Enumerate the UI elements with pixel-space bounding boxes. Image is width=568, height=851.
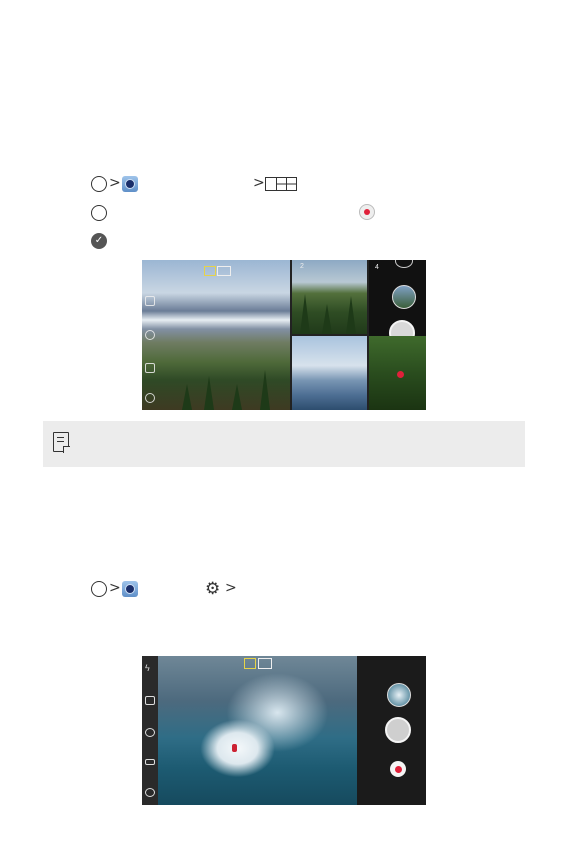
settings-icon: [145, 393, 155, 403]
chevron-right-icon: >: [109, 580, 121, 596]
camera-switch-icon: [145, 296, 155, 306]
note-icon: [53, 432, 70, 453]
gallery-thumbnail[interactable]: [387, 683, 411, 707]
gallery-thumbnail[interactable]: [392, 285, 416, 309]
camera-grid-screenshot: 2 4: [142, 260, 426, 410]
grid-pane-4: [369, 336, 426, 410]
chevron-right-icon: >: [109, 175, 121, 191]
chevron-right-icon: >: [225, 580, 237, 596]
record-icon: [359, 204, 375, 220]
home-button-icon: [91, 581, 107, 597]
shutter-icon: [91, 205, 107, 221]
check-icon: ✓: [91, 233, 107, 249]
camera-app-icon: [122, 176, 138, 192]
record-button[interactable]: [397, 371, 404, 378]
record-dot: [394, 765, 402, 773]
grid-pane-main: [142, 260, 290, 410]
grid-pane-3: [292, 336, 367, 410]
aspect-ratio-icon: [145, 363, 155, 373]
mode-indicator-icon[interactable]: [258, 658, 272, 669]
aspect-ratio-icon[interactable]: [145, 759, 155, 765]
grid-pane-number: 2: [300, 263, 304, 270]
grid-indicator-icon: [217, 266, 231, 276]
camera-switch-icon[interactable]: [145, 696, 155, 705]
record-button[interactable]: [390, 761, 406, 777]
filter-icon[interactable]: [145, 728, 155, 737]
chevron-right-icon: >: [253, 175, 265, 191]
home-button-icon: [91, 176, 107, 192]
camera-controls: [357, 656, 426, 805]
note-box: [43, 421, 525, 467]
grid-pane-2: 2: [292, 260, 367, 334]
shutter-button[interactable]: [385, 717, 411, 743]
mode-indicator-icon: [204, 266, 216, 276]
shutter-button[interactable]: [389, 320, 415, 336]
mode-indicator-icon[interactable]: [244, 658, 256, 669]
settings-icon[interactable]: [145, 788, 155, 797]
flash-off-icon[interactable]: ϟ: [145, 664, 155, 673]
filter-icon: [145, 330, 155, 340]
surfer-figure: [232, 744, 237, 752]
grid-mode-icon: [265, 177, 297, 191]
camera-preview: [158, 656, 357, 805]
grid-pane-number: 4: [375, 264, 379, 271]
camera-app-icon: [122, 581, 138, 597]
camera-controls: 4: [369, 260, 426, 336]
gear-icon: ⚙: [205, 579, 221, 599]
camera-left-toolbar: ϟ: [142, 656, 158, 805]
dropdown-icon[interactable]: [395, 260, 413, 268]
camera-wave-screenshot: ϟ: [142, 656, 426, 805]
